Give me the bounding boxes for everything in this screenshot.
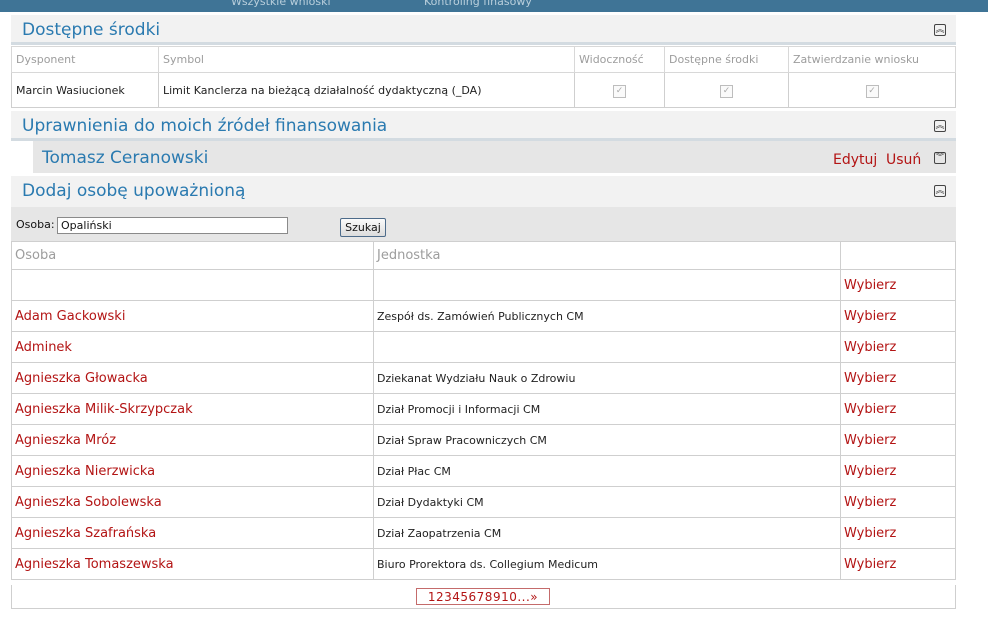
unit-cell: Dziekanat Wydziału Nauk o Zdrowiu — [373, 362, 841, 394]
person-link[interactable]: Agnieszka Głowacka — [11, 362, 374, 394]
table-row: Marcin Wasiucionek Limit Kanclerza na bi… — [11, 72, 956, 108]
section-available-funds-header[interactable]: Dostępne środki ︽ — [11, 15, 956, 45]
person-link[interactable]: Agnieszka Szafrańska — [11, 517, 374, 549]
search-button[interactable]: Szukaj — [340, 218, 386, 237]
visibility-checkbox: ✓ — [613, 84, 626, 98]
person-link[interactable]: Agnieszka Tomaszewska — [11, 548, 374, 580]
section-add-person-header[interactable]: Dodaj osobę upoważnioną ︽ — [11, 176, 956, 207]
column-header: Osoba — [11, 241, 374, 270]
section-title: Dostępne środki — [22, 20, 161, 40]
table-row: Adminek Wybierz — [11, 331, 956, 363]
select-link[interactable]: Wybierz — [840, 393, 956, 425]
unit-cell: Dział Dydaktyki CM — [373, 486, 841, 518]
table-row: Agnieszka Szafrańska Dział Zaopatrzenia C… — [11, 517, 956, 549]
unit-cell — [373, 269, 841, 301]
table-row: Agnieszka Sobolewska Dział Dydaktyki CM Wy… — [11, 486, 956, 518]
table-row: Agnieszka Mróz Dział Spraw Pracowniczych … — [11, 424, 956, 456]
approval-checkbox: ✓ — [865, 84, 879, 98]
collapse-up-icon[interactable]: ︽ — [934, 120, 946, 132]
collapse-up-icon[interactable]: ︽ — [934, 185, 946, 197]
person-label: Osoba: — [16, 218, 55, 231]
funds-checkbox: ✓ — [720, 84, 733, 98]
unit-cell: Dział Spraw Pracowniczych CM — [373, 424, 841, 456]
funds-table: Dysponent Symbol Widoczność Dostępne śro… — [11, 46, 956, 108]
select-link[interactable]: Wybierz — [840, 548, 956, 580]
dysponent-link[interactable]: Marcin Wasiucionek — [11, 72, 159, 108]
table-row: Agnieszka Milik-Skrzypczak Dział Promocji… — [11, 393, 956, 425]
unit-cell: Dział Zaopatrzenia CM — [373, 517, 841, 549]
column-header: Dysponent — [11, 46, 159, 73]
unit-cell: Dział Płac CM — [373, 455, 841, 487]
select-link[interactable]: Wybierz — [840, 486, 956, 518]
unit-cell: Biuro Prorektora ds. Collegium Medicum — [373, 548, 841, 580]
pagination[interactable]: 12345678910...» — [416, 588, 550, 605]
search-bar: Osoba: Szukaj — [11, 207, 956, 241]
delete-link[interactable]: Usuń — [886, 152, 921, 168]
unit-cell: Zespół ds. Zamówień Publicznych CM — [373, 300, 841, 332]
person-link[interactable]: Adminek — [11, 331, 374, 363]
select-link[interactable]: Wybierz — [840, 269, 956, 301]
person-link[interactable]: Agnieszka Milik-Skrzypczak — [11, 393, 374, 425]
nav-link-financial-controlling[interactable]: Kontroling finasowy — [424, 0, 532, 8]
select-link[interactable]: Wybierz — [840, 424, 956, 456]
expand-down-icon[interactable]: ︾ — [934, 152, 946, 164]
table-row: Wybierz — [11, 269, 956, 301]
edit-link[interactable]: Edytuj — [833, 152, 877, 168]
column-header: Zatwierdzanie wniosku — [788, 46, 956, 73]
authorized-person-name[interactable]: Tomasz Ceranowski — [42, 148, 208, 168]
select-link[interactable]: Wybierz — [840, 331, 956, 363]
person-link[interactable] — [11, 269, 374, 301]
person-search-input[interactable] — [57, 217, 288, 234]
authorized-person-row: Tomasz Ceranowski Edytuj Usuń ︾ — [33, 141, 956, 173]
column-header: Jednostka — [373, 241, 841, 270]
table-row: Agnieszka Głowacka Dziekanat Wydziału Nau… — [11, 362, 956, 394]
unit-cell: Dział Promocji i Informacji CM — [373, 393, 841, 425]
table-row: Adam Gackowski Zespół ds. Zamówień Public… — [11, 300, 956, 332]
top-navigation-bar: Wszystkie wnioski Kontroling finasowy — [0, 0, 988, 12]
section-title: Uprawnienia do moich źródeł finansowania — [22, 116, 388, 136]
table-row: Agnieszka Nierzwicka Dział Płac CM Wybierz — [11, 455, 956, 487]
collapse-up-icon[interactable]: ︽ — [934, 24, 946, 36]
symbol-cell: Limit Kanclerza na bieżącą działalność d… — [158, 72, 575, 108]
column-header: Widoczność — [574, 46, 665, 73]
select-link[interactable]: Wybierz — [840, 517, 956, 549]
section-permissions-header[interactable]: Uprawnienia do moich źródeł finansowania… — [11, 111, 956, 141]
results-table: Osoba Jednostka Wybierz Adam Gackowski Zes… — [11, 241, 956, 580]
pager-row: 12345678910...» — [11, 585, 956, 609]
person-link[interactable]: Agnieszka Sobolewska — [11, 486, 374, 518]
section-title: Dodaj osobę upoważnioną — [22, 181, 246, 201]
column-header: Dostępne środki — [664, 46, 789, 73]
nav-link-all-requests[interactable]: Wszystkie wnioski — [231, 0, 331, 8]
person-link[interactable]: Adam Gackowski — [11, 300, 374, 332]
column-header — [840, 241, 956, 270]
unit-cell — [373, 331, 841, 363]
table-row: Agnieszka Tomaszewska Biuro Prorektora ds… — [11, 548, 956, 580]
select-link[interactable]: Wybierz — [840, 455, 956, 487]
person-link[interactable]: Agnieszka Mróz — [11, 424, 374, 456]
person-link[interactable]: Agnieszka Nierzwicka — [11, 455, 374, 487]
select-link[interactable]: Wybierz — [840, 362, 956, 394]
select-link[interactable]: Wybierz — [840, 300, 956, 332]
column-header: Symbol — [158, 46, 575, 73]
